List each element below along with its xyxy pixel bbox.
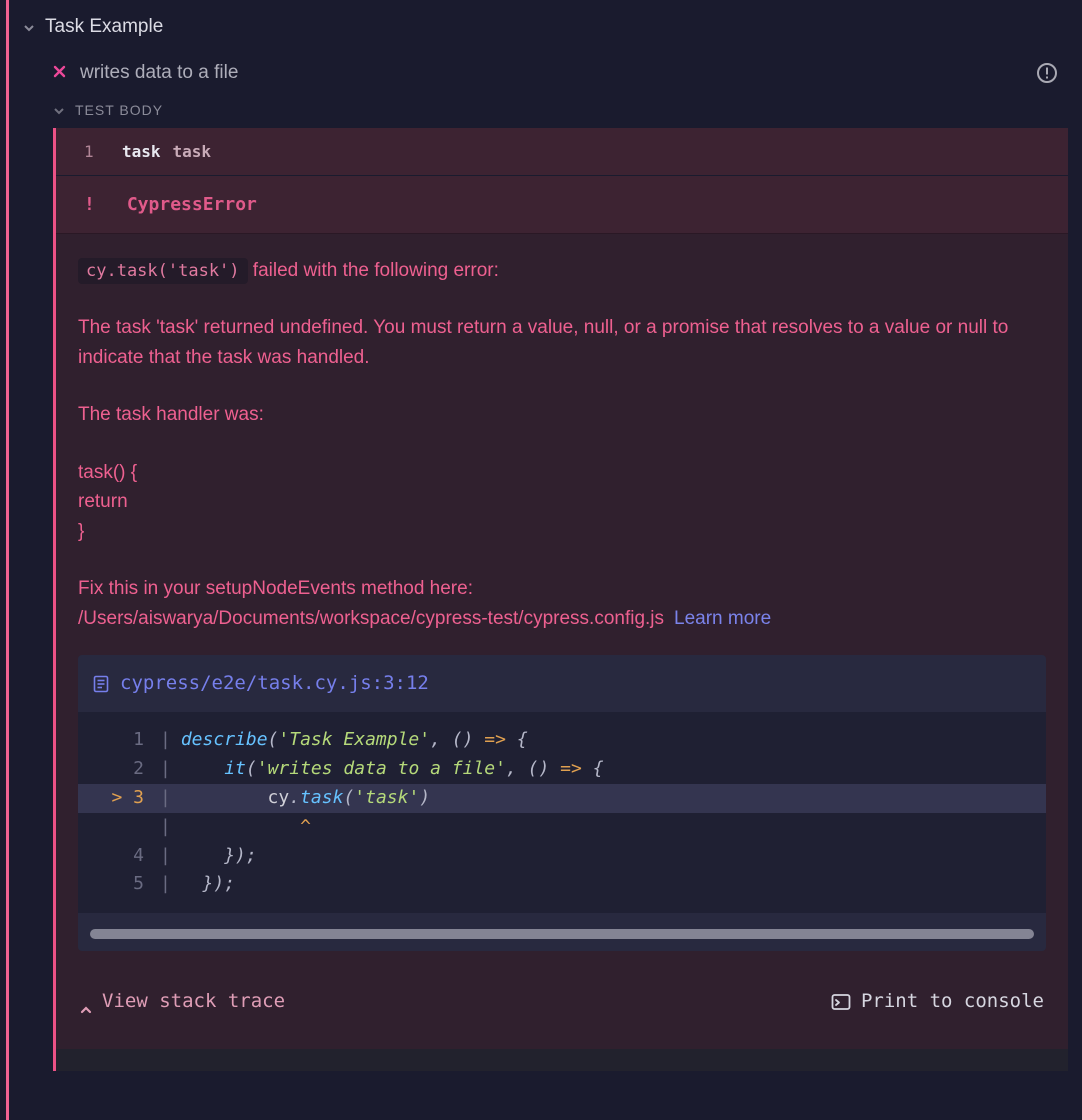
alert-circle-icon[interactable] xyxy=(1036,62,1058,84)
error-marker-icon: ! xyxy=(84,194,95,215)
code-frame-file: cypress/e2e/task.cy.js:3:12 xyxy=(120,669,429,698)
test-title: writes data to a file xyxy=(80,62,238,84)
code-line-highlight: > 3| cy.task('task') xyxy=(78,784,1046,813)
view-stack-label: View stack trace xyxy=(102,987,285,1016)
suite-header[interactable]: Task Example xyxy=(9,0,1082,54)
handler-line: task() { xyxy=(78,458,1046,487)
code-lines: 1|describe('Task Example', () => { 2| it… xyxy=(78,712,1046,913)
code-line: 2| it('writes data to a file', () => { xyxy=(78,755,1046,784)
error-header-row: ! CypressError xyxy=(56,176,1068,234)
terminal-icon xyxy=(831,992,851,1012)
horizontal-scrollbar[interactable] xyxy=(90,929,1034,939)
learn-more-link[interactable]: Learn more xyxy=(674,608,771,629)
fail-x-icon xyxy=(53,65,66,81)
error-body: cy.task('task') failed with the followin… xyxy=(56,234,1068,1049)
view-stack-trace-button[interactable]: View stack trace xyxy=(80,987,285,1016)
code-frame-header[interactable]: cypress/e2e/task.cy.js:3:12 xyxy=(78,655,1046,712)
error-handler-code: task() { return } xyxy=(78,458,1046,546)
code-line-caret: | ^ xyxy=(78,813,1046,842)
chevron-down-icon xyxy=(53,104,65,116)
error-footer: View stack trace Print to console xyxy=(78,951,1046,1038)
test-row[interactable]: writes data to a file xyxy=(9,54,1082,94)
code-line: 4| }); xyxy=(78,842,1046,871)
panel-bottom xyxy=(53,1049,1068,1071)
command-panel: 1 task task ! CypressError cy.task('task… xyxy=(53,128,1068,1049)
test-body-label: TEST BODY xyxy=(75,102,163,118)
error-failed-msg: failed with the following error: xyxy=(248,260,499,281)
chevron-right-icon xyxy=(80,996,92,1008)
handler-line: } xyxy=(78,517,1046,546)
error-fix-msg: Fix this in your setupNodeEvents method … xyxy=(78,574,1046,603)
test-body-header[interactable]: TEST BODY xyxy=(9,94,1082,128)
error-explanation: The task 'task' returned undefined. You … xyxy=(78,313,1046,372)
error-handler-intro: The task handler was: xyxy=(78,400,1046,429)
code-line: 5| }); xyxy=(78,870,1046,899)
command-number: 1 xyxy=(84,142,94,161)
command-row[interactable]: 1 task task xyxy=(56,128,1068,176)
print-to-console-button[interactable]: Print to console xyxy=(831,987,1044,1016)
file-icon xyxy=(92,675,110,693)
print-console-label: Print to console xyxy=(861,987,1044,1016)
command-arg: task xyxy=(173,142,212,161)
command-name: task xyxy=(122,142,161,161)
config-path: /Users/aiswarya/Documents/workspace/cypr… xyxy=(78,608,664,629)
code-frame: cypress/e2e/task.cy.js:3:12 1|describe('… xyxy=(78,655,1046,951)
handler-line: return xyxy=(78,487,1046,516)
inline-code: cy.task('task') xyxy=(78,258,248,284)
chevron-down-icon xyxy=(23,21,35,33)
code-line: 1|describe('Task Example', () => { xyxy=(78,726,1046,755)
suite-title: Task Example xyxy=(45,16,163,38)
error-type: CypressError xyxy=(127,194,257,215)
